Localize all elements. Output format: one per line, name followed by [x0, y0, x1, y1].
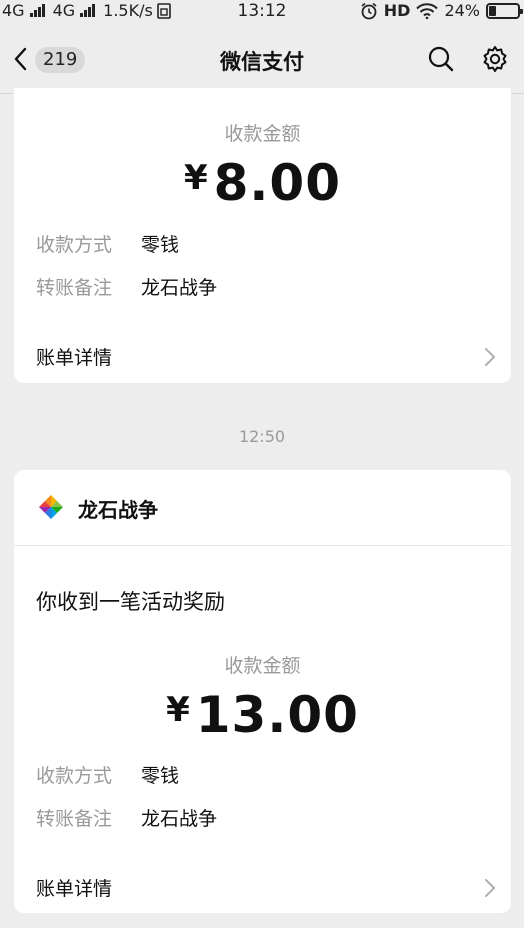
search-icon[interactable] — [426, 44, 456, 74]
amount-label: 收款金额 — [224, 655, 301, 677]
battery-icon — [486, 2, 523, 19]
transfer-note-row: 转账备注 龙石战争 — [36, 804, 217, 831]
note-value: 龙石战争 — [141, 808, 218, 830]
gear-icon[interactable] — [480, 44, 510, 74]
bill-detail-label: 账单详情 — [36, 878, 113, 900]
chevron-right-icon — [485, 879, 495, 897]
alarm-icon — [361, 2, 377, 19]
notice-text: 你收到一笔活动奖励 — [36, 590, 225, 614]
amount-label: 收款金额 — [224, 123, 301, 145]
payment-card[interactable]: 收款金额 ¥8.00 收款方式 零钱 转账备注 龙石战争 账单详情 — [14, 88, 511, 383]
note-value: 龙石战争 — [141, 277, 218, 299]
note-label: 转账备注 — [36, 277, 113, 299]
amount-value: 13.00 — [195, 686, 359, 744]
navigation-bar: 219 微信支付 — [0, 24, 524, 94]
message-timestamp: 12:50 — [238, 427, 286, 446]
wifi-icon — [416, 2, 439, 19]
payment-method-row: 收款方式 零钱 — [36, 230, 179, 257]
amount-value: 8.00 — [213, 154, 342, 212]
method-label: 收款方式 — [36, 234, 113, 256]
battery-percent: 24% — [444, 1, 480, 20]
merchant-header[interactable]: 龙石战争 — [14, 470, 511, 546]
unread-count-badge[interactable]: 219 — [35, 47, 86, 73]
currency-symbol: ¥ — [166, 690, 190, 730]
transfer-note-row: 转账备注 龙石战争 — [36, 273, 217, 300]
status-bar: 4G 4G 1.5K/s 13:12 HD 24% — [0, 0, 524, 24]
chevron-right-icon — [485, 348, 495, 366]
bill-detail-label: 账单详情 — [36, 347, 113, 369]
merchant-name: 龙石战争 — [78, 498, 158, 522]
payment-method-row: 收款方式 零钱 — [36, 761, 179, 788]
hd-indicator: HD — [383, 1, 411, 20]
amount: ¥13.00 — [14, 686, 511, 744]
payment-card[interactable]: 龙石战争 你收到一笔活动奖励 收款金额 ¥13.00 收款方式 零钱 转账备注 龙石… — [14, 470, 511, 913]
currency-symbol: ¥ — [183, 158, 208, 198]
status-right: HD 24% — [360, 1, 523, 20]
bill-detail-link[interactable]: 账单详情 — [36, 343, 497, 373]
amount: ¥8.00 — [14, 154, 511, 212]
method-label: 收款方式 — [36, 765, 113, 787]
chevron-left-icon[interactable] — [10, 44, 30, 74]
method-value: 零钱 — [141, 765, 180, 787]
app-logo — [39, 495, 63, 519]
bill-detail-link[interactable]: 账单详情 — [36, 874, 497, 904]
note-label: 转账备注 — [36, 808, 113, 830]
method-value: 零钱 — [141, 234, 180, 256]
